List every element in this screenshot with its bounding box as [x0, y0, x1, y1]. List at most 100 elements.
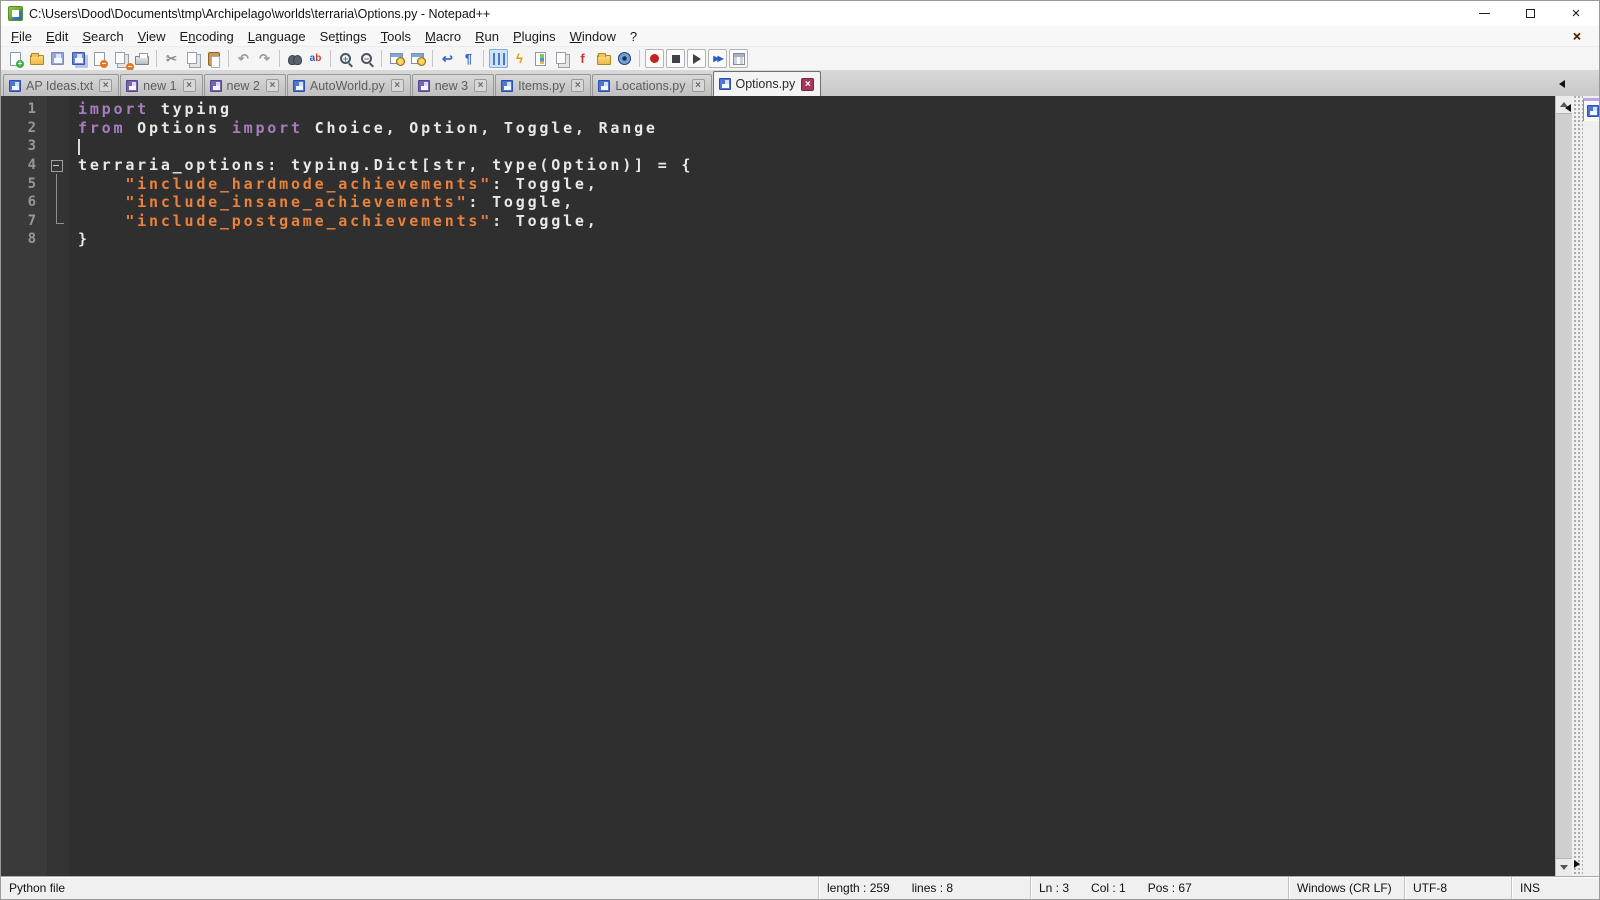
find-button[interactable] [285, 49, 304, 68]
minimize-button[interactable] [1461, 1, 1507, 26]
tab-close-button[interactable]: × [182, 79, 196, 92]
close-all-button[interactable]: – [111, 49, 134, 71]
minimize-icon [1478, 13, 1490, 14]
menu-item-encoding[interactable]: Encoding [173, 27, 241, 46]
code-line: 3 [1, 137, 1555, 156]
cut-button[interactable]: ✂ [162, 49, 181, 68]
show-all-characters-button[interactable]: ¶ [459, 49, 478, 68]
length-label: length : 259 [827, 881, 890, 895]
document-list-button[interactable] [552, 49, 571, 68]
function-list-button[interactable]: f [573, 49, 592, 68]
tab-close-button[interactable]: × [265, 79, 279, 92]
tab-ap-ideas-txt[interactable]: AP Ideas.txt × [3, 74, 120, 96]
menu-item-view[interactable]: View [131, 27, 173, 46]
save-all-icon [72, 52, 85, 65]
restore-button[interactable] [1507, 1, 1553, 26]
splitter-collapse-left-arrow[interactable] [1565, 104, 1571, 112]
menu-item-search[interactable]: Search [75, 27, 130, 46]
line-number: 4 [27, 157, 36, 174]
document-map-button[interactable] [531, 49, 550, 68]
tab-close-button[interactable]: × [691, 79, 705, 92]
status-encoding[interactable]: UTF-8 [1404, 877, 1511, 899]
menu-item-language[interactable]: Language [241, 27, 313, 46]
undo-button[interactable]: ↶ [234, 49, 253, 68]
print-icon [134, 53, 149, 65]
tab-close-button[interactable]: × [801, 77, 815, 91]
macro-play-button[interactable] [687, 49, 706, 68]
window-controls: × [1461, 1, 1599, 26]
close-file-button[interactable]: – [90, 49, 109, 68]
line-number: 6 [27, 194, 36, 211]
toolbar-separator [381, 50, 382, 67]
code-editor[interactable]: 1 import typing 2 from Options import Choic… [1, 96, 1555, 876]
menu-item-edit[interactable]: Edit [39, 27, 75, 46]
macro-save-button[interactable] [729, 49, 748, 68]
close-window-button[interactable]: × [1553, 1, 1599, 26]
menu-item-run[interactable]: Run [468, 27, 506, 46]
monitoring-eye-icon [618, 52, 631, 65]
sync-scroll-icon [390, 53, 405, 66]
new-file-button[interactable]: + [6, 49, 25, 68]
replace-icon: ab [309, 52, 322, 64]
scroll-thumb[interactable] [1556, 113, 1572, 859]
status-doc-type: Python file [1, 877, 818, 899]
status-eol-format[interactable]: Windows (CR LF) [1288, 877, 1404, 899]
macro-record-button[interactable] [645, 49, 664, 68]
scroll-down-arrow[interactable] [1556, 859, 1572, 876]
fold-margin [47, 119, 69, 138]
copy-button[interactable] [183, 49, 202, 68]
menu-item-plugins[interactable]: Plugins [506, 27, 563, 46]
tab-autoworld-py[interactable]: AutoWorld.py × [286, 74, 411, 96]
tab-label: new 1 [143, 78, 177, 93]
zoom-out-button[interactable]: − [357, 49, 376, 68]
tab-close-button[interactable]: × [99, 79, 113, 92]
replace-button[interactable]: ab [306, 49, 325, 68]
tab-close-button[interactable]: × [390, 79, 404, 92]
menu-item-file[interactable]: File [4, 27, 39, 46]
folder-as-workspace-button[interactable] [594, 49, 613, 68]
tab-locations-py[interactable]: Locations.py × [592, 74, 712, 96]
open-file-button[interactable] [27, 49, 46, 68]
show-indent-guide-button[interactable] [489, 49, 508, 68]
close-document-button[interactable]: × [1573, 28, 1581, 44]
menu-item-settings[interactable]: Settings [313, 27, 374, 46]
sync-horizontal-scroll-button[interactable] [408, 49, 427, 68]
code-line: 2 from Options import Choice, Option, Tog… [1, 119, 1555, 138]
status-insert-mode[interactable]: INS [1511, 877, 1599, 899]
tab-new-2[interactable]: new 2 × [203, 74, 286, 96]
view-splitter[interactable] [1565, 96, 1583, 876]
word-wrap-button[interactable]: ↩ [438, 49, 457, 68]
save-button[interactable] [48, 49, 67, 68]
redo-button[interactable]: ↷ [255, 49, 274, 68]
tab-close-button[interactable]: × [474, 79, 488, 92]
editor-region: 1 import typing 2 from Options import Choic… [1, 96, 1599, 876]
splitter-collapse-right-arrow[interactable] [1574, 860, 1580, 868]
code-line: 6 "include_insane_achievements": Toggle, [1, 192, 1555, 212]
tab-new-1[interactable]: new 1 × [120, 74, 203, 96]
tab-scroll-left-arrow[interactable] [1559, 80, 1565, 88]
save-all-button[interactable] [69, 49, 88, 68]
macro-run-multiple-button[interactable]: ▶▶ [708, 49, 727, 68]
encoding-label: UTF-8 [1413, 881, 1447, 895]
tab-close-button[interactable]: × [571, 79, 585, 92]
tab-options-py[interactable]: Options.py × [712, 71, 822, 96]
vertical-scrollbar[interactable] [1555, 96, 1572, 876]
macro-stop-button[interactable] [666, 49, 685, 68]
sync-vertical-scroll-button[interactable] [387, 49, 406, 68]
paste-button[interactable] [204, 49, 223, 68]
menu-item-tools[interactable]: Tools [374, 27, 418, 46]
zoom-in-button[interactable]: + [336, 49, 355, 68]
tab-items-py[interactable]: Items.py × [495, 74, 592, 96]
tab-label: Locations.py [615, 78, 686, 93]
menu-item-window[interactable]: Window [563, 27, 623, 46]
function-completion-button[interactable]: ϟ [510, 49, 529, 68]
menu-item-macro[interactable]: Macro [418, 27, 468, 46]
menu-item-help[interactable]: ? [623, 27, 644, 46]
paste-icon [207, 51, 220, 68]
tab-new-3[interactable]: new 3 × [411, 74, 495, 96]
lines-label: lines : 8 [911, 881, 954, 895]
indent-guide-icon [492, 52, 505, 65]
saved-file-icon [1587, 105, 1599, 117]
monitoring-button[interactable] [615, 49, 634, 68]
print-button[interactable] [132, 49, 151, 68]
